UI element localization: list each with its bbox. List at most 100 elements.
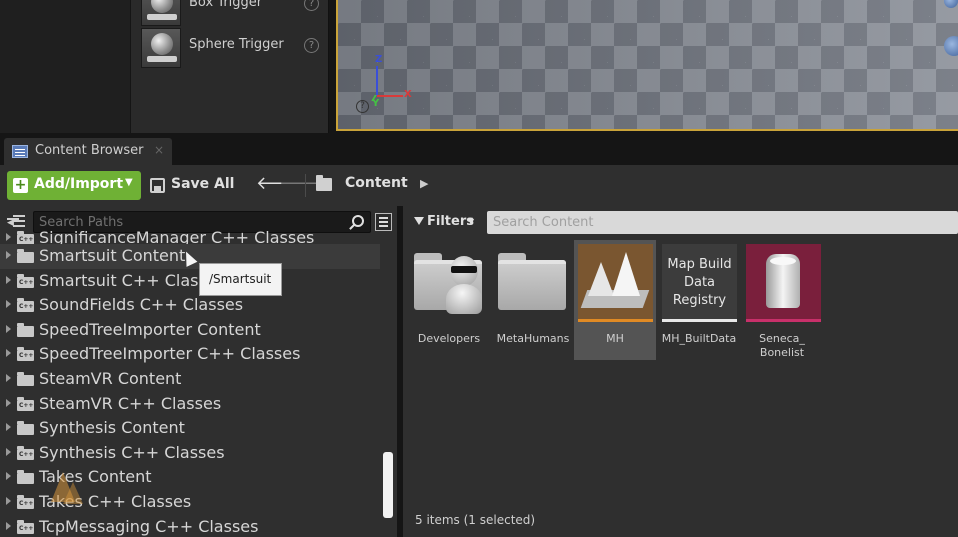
folder-open-icon [316,175,332,191]
tree-item-label: Synthesis Content [39,418,185,438]
path-tooltip: /Smartsuit [199,263,282,296]
folder-icon [17,249,34,263]
place-item-label: Sphere Trigger [189,37,284,52]
axis-gizmo: Z X Y [368,54,418,112]
expand-arrow-icon[interactable] [6,374,11,382]
axis-x-label: X [404,89,412,100]
tree-item[interactable]: SoundFields C++ Classes [0,293,380,318]
asset-tile-mh[interactable]: MH [574,240,656,360]
tab-label: Content Browser [35,143,144,158]
expand-arrow-icon[interactable] [6,349,11,358]
skeleton-icon [746,244,821,319]
tree-scrollbar[interactable] [383,452,393,518]
tree-item[interactable]: SteamVR Content [0,367,380,392]
tree-item-label: SteamVR Content [39,369,182,388]
level-viewport[interactable]: Z X Y ? [336,0,958,131]
forward-arrow-icon[interactable]: 🡒 [279,173,327,197]
tree-item[interactable]: SpeedTreeImporter C++ Classes [0,342,380,367]
tree-item-label: SteamVR C++ Classes [39,393,222,413]
expand-arrow-icon[interactable] [6,447,11,456]
status-count: 5 items (1 selected) [415,513,536,527]
cpp-folder-icon [17,495,34,509]
expand-arrow-icon[interactable] [6,324,11,333]
filters-button[interactable]: Filters ▼ [412,213,478,233]
asset-tile-developers[interactable]: Developers [408,240,490,360]
thumb-text-line: Data [683,275,716,290]
expand-arrow-icon[interactable] [6,398,11,407]
expand-arrow-icon[interactable] [6,497,11,505]
toolbar-divider [305,174,306,197]
place-item-sphere-trigger[interactable]: Sphere Trigger ? [131,24,329,70]
tab-strip: Content Browser × [0,133,958,165]
tree-item-label: SpeedTreeImporter C++ Classes [39,344,301,364]
asset-name: Developers [417,332,481,345]
add-import-button[interactable]: + Add/Import ▼ [7,171,141,200]
asset-tile-seneca-bonelist[interactable]: Seneca_ Bonelist [742,240,824,360]
tree-item[interactable]: SteamVR C++ Classes [0,392,380,417]
tree-item-label: Smartsuit Content [39,246,186,265]
cpp-folder-icon [17,347,34,362]
save-all-button[interactable]: Save All [150,171,240,200]
axis-z-label: Z [375,54,383,65]
place-actors-panel: Box Trigger ? Sphere Trigger ? [131,0,329,133]
help-icon[interactable]: ? [304,0,319,11]
cpp-folder-icon [17,519,34,534]
close-icon[interactable]: × [154,143,164,157]
plus-icon: + [13,177,28,193]
folder-icon [496,244,571,319]
help-icon[interactable]: ? [304,38,319,53]
cpp-folder-icon [17,273,34,288]
asset-name: Seneca_ Bonelist [759,332,805,359]
tree-item[interactable]: Synthesis Content [0,416,380,441]
tree-item-label: TcpMessaging C++ Classes [39,516,259,536]
content-browser-toolbar: + Add/Import ▼ Save All 🡐 🡒 Content ▶ [0,165,958,206]
expand-arrow-icon[interactable] [6,423,11,432]
watermark-logo [43,470,87,514]
tree-item-label: SoundFields C++ Classes [39,295,244,315]
folder-icon [17,322,34,337]
back-arrow-icon[interactable]: 🡐 [256,173,304,197]
add-import-label: Add/Import [34,176,124,192]
expand-arrow-icon[interactable] [6,521,11,530]
filter-icon [414,217,424,225]
tree-item[interactable]: Smartsuit C++ Classes [0,269,380,294]
search-content-input[interactable] [487,211,958,234]
asset-type-bar [662,319,737,322]
tree-item[interactable]: Synthesis C++ Classes [0,441,380,466]
viewport-info-icon[interactable]: ? [356,100,369,113]
breadcrumb-arrow-icon[interactable]: ▶ [420,177,428,190]
asset-name: MH_BuiltData [661,332,737,345]
level-icon [578,244,653,319]
viewport-actor[interactable] [944,36,958,56]
tree-item[interactable]: TcpMessaging C++ Classes [0,515,380,537]
asset-tile-metahumans[interactable]: MetaHumans [492,240,574,360]
asset-type-bar [578,319,653,322]
asset-tile-mh-builtdata[interactable]: Map Build Data Registry MH_BuiltData [658,240,740,360]
tree-item-label: SpeedTreeImporter Content [39,319,261,339]
thumb-text-line: Registry [672,293,727,308]
content-browser-icon [12,145,28,158]
chevron-down-icon: ▼ [468,217,475,226]
box-trigger-thumbnail [141,0,181,26]
developers-folder-icon [412,244,487,319]
expand-arrow-icon[interactable] [6,233,11,241]
folder-icon [17,470,34,485]
asset-view: Filters ▼ Developers MetaHumans MH Map B… [403,206,958,537]
left-panel-background [0,0,130,133]
tree-item-label: Smartsuit C++ Classes [39,270,226,290]
sphere-trigger-thumbnail [141,28,181,68]
expand-arrow-icon[interactable] [6,275,11,284]
breadcrumb-content[interactable]: Content [345,175,408,191]
expand-arrow-icon[interactable] [6,300,11,309]
expand-arrow-icon[interactable] [6,251,11,259]
asset-name: MH [606,332,624,345]
asset-name: MetaHumans [496,332,570,345]
tree-item[interactable]: SpeedTreeImporter Content [0,318,380,343]
axis-y-label: Y [372,98,380,109]
thumb-text-line: Map Build [667,257,732,272]
expand-arrow-icon[interactable] [6,472,11,481]
folder-icon [17,372,34,386]
asset-type-bar [746,319,821,322]
chevron-down-icon: ▼ [125,177,133,188]
tab-content-browser[interactable]: Content Browser × [4,138,172,165]
